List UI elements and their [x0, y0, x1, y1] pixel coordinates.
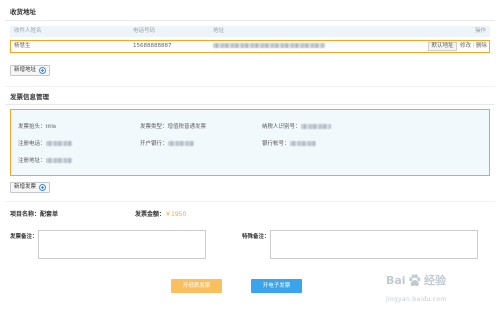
bank-account-field: 银行帐号：	[262, 140, 316, 148]
invoice-type-field: 发票类型：增值税普通发票	[140, 123, 206, 131]
field-label: 发票抬头：	[18, 124, 46, 130]
add-address-button[interactable]: 新增地址	[10, 65, 50, 76]
watermark-brand-suffix: 经验	[424, 274, 446, 287]
divider	[5, 86, 495, 87]
set-default-address-button[interactable]: 默认地址	[428, 42, 457, 51]
field-value: 增值税普通发票	[167, 124, 207, 130]
paw-toe	[414, 274, 418, 279]
paw-toe	[417, 277, 421, 282]
paw-toe	[409, 277, 413, 282]
baidu-jingyan-watermark: Bai 经验 jingyan.baidu.com	[384, 271, 468, 307]
registered-address-field: 注册地址：	[18, 157, 72, 165]
address-section-title: 收货地址	[10, 8, 36, 16]
issue-paper-invoice-button[interactable]: 开纸质发票	[171, 279, 222, 293]
plus-circle-icon	[39, 67, 46, 74]
divider	[5, 20, 495, 21]
column-header-actions: 操作	[474, 28, 486, 34]
invoice-section-title: 发票信息管理	[10, 93, 49, 101]
address-table-header: 收件人姓名 电话号码 地址 操作	[10, 26, 490, 37]
field-label: 开户银行：	[140, 141, 168, 147]
paw-toe	[411, 274, 415, 279]
column-header-recipient-name: 收件人姓名	[14, 28, 42, 34]
field-label: 注册电话：	[18, 141, 46, 147]
column-header-phone: 电话号码	[133, 28, 156, 34]
invoice-card-selected[interactable]: 发票抬头：title 发票类型：增值税普通发票 纳税人识别号： 注册电话： 开户…	[10, 109, 490, 176]
edit-address-link[interactable]: 修改	[460, 43, 471, 49]
taxpayer-id-field: 纳税人识别号：	[262, 123, 331, 131]
special-remark-label: 特殊备注：	[242, 234, 270, 240]
action-separator: |	[472, 43, 475, 49]
add-invoice-button[interactable]: 新增发票	[10, 182, 50, 193]
registered-phone-field: 注册电话：	[18, 140, 72, 148]
field-label: 注册地址：	[18, 158, 46, 164]
invoice-amount-value: ￥1950	[165, 211, 187, 218]
issue-electronic-invoice-button[interactable]: 开电子发票	[251, 279, 302, 293]
field-label: 银行帐号：	[262, 141, 290, 147]
add-invoice-label: 新增发票	[14, 184, 37, 190]
field-label: 纳税人识别号：	[262, 124, 301, 130]
redacted-value	[45, 158, 72, 163]
delete-address-link[interactable]: 删除	[476, 43, 487, 49]
invoice-amount: 发票金额：￥1950	[135, 211, 186, 219]
redacted-value	[167, 141, 194, 146]
special-remark-textarea[interactable]	[270, 230, 478, 259]
watermark-site-url: jingyan.baidu.com	[386, 296, 447, 303]
invoice-remark-label: 发票备注：	[10, 234, 38, 240]
watermark-brand-prefix: Bai	[386, 274, 406, 287]
invoice-remark-textarea[interactable]	[38, 230, 206, 259]
add-address-label: 新增地址	[14, 67, 37, 73]
bank-name-field: 开户银行：	[140, 140, 194, 148]
plus-circle-icon	[39, 184, 46, 191]
recipient-name: 杨慧生	[14, 43, 31, 49]
recipient-address	[213, 41, 325, 52]
paw-pad	[410, 280, 419, 286]
invoice-title-field: 发票抬头：title	[18, 123, 56, 131]
redacted-value	[289, 141, 316, 146]
divider	[5, 104, 495, 105]
project-name-value: 配套单	[40, 211, 59, 218]
address-row-selected[interactable]: 杨慧生 15688888887 默认地址 修改 | 删除	[10, 40, 490, 53]
project-name: 项目名称：配套单	[10, 211, 58, 219]
redacted-value	[300, 124, 331, 129]
divider	[5, 201, 495, 202]
column-header-address: 地址	[213, 28, 225, 34]
row-actions: 修改 | 删除	[460, 41, 487, 52]
invoice-amount-label: 发票金额：	[135, 211, 166, 218]
redacted-address	[213, 43, 325, 48]
redacted-value	[45, 141, 72, 146]
baidu-paw-icon	[409, 274, 421, 286]
field-value: title	[45, 124, 57, 130]
recipient-phone: 15688888887	[133, 43, 172, 49]
project-name-label: 项目名称：	[10, 211, 41, 218]
field-label: 发票类型：	[140, 124, 168, 130]
